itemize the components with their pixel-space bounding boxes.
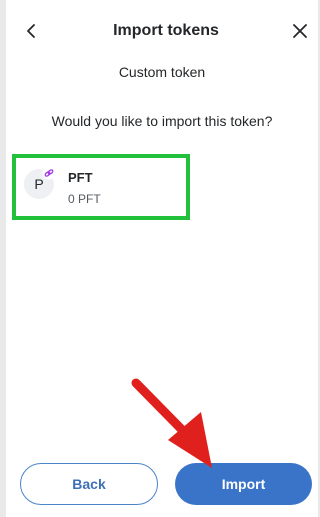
chevron-left-icon [27, 24, 35, 38]
page-title: Import tokens [113, 22, 219, 39]
close-button[interactable] [288, 18, 312, 44]
back-button[interactable]: Back [20, 463, 158, 505]
custom-token-subtitle: Custom token [118, 64, 206, 80]
import-button[interactable]: Import [175, 463, 312, 505]
import-prompt-text: Would you like to import this token? [51, 113, 273, 129]
close-icon [293, 24, 307, 38]
back-arrow-button[interactable] [20, 18, 42, 44]
token-list-item: P PFT 0 PFT [12, 154, 190, 220]
token-balance: 0 PFT [68, 192, 101, 206]
token-symbol: PFT [68, 170, 93, 185]
import-tokens-panel: Import tokens Custom token Would you lik… [6, 0, 318, 517]
header: Import tokens [6, 0, 318, 62]
network-link-icon [42, 166, 56, 180]
